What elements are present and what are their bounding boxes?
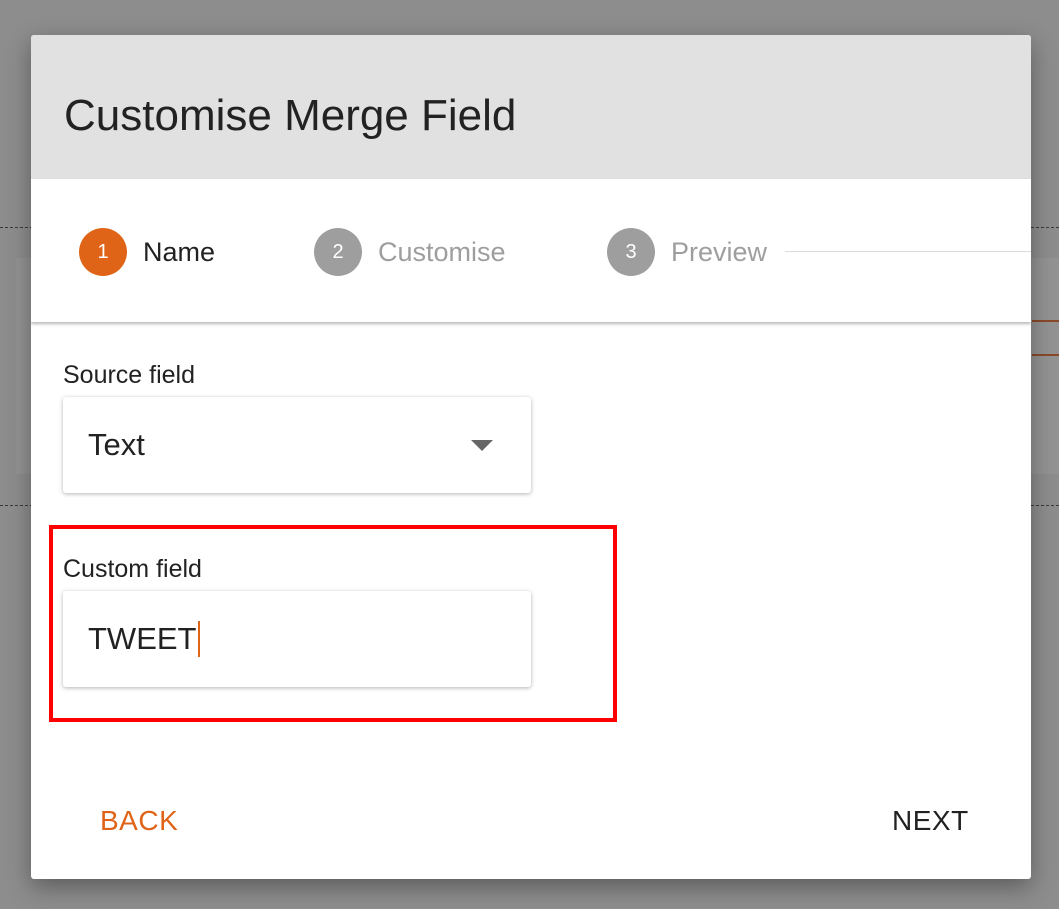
custom-field-label: Custom field	[63, 555, 202, 583]
back-button[interactable]: BACK	[100, 805, 178, 837]
source-field-selected-value: Text	[88, 427, 145, 462]
step-label: Customise	[378, 236, 506, 267]
background-accent-line	[1032, 320, 1059, 322]
step-label: Name	[143, 236, 216, 267]
merge-field-dialog: Customise Merge Field 1 Name 2 Customise…	[31, 35, 1031, 879]
step-number-badge: 1	[79, 228, 127, 276]
step-connector-line	[785, 251, 1031, 252]
step-preview[interactable]: 3 Preview	[607, 228, 767, 276]
step-customise[interactable]: 2 Customise	[314, 228, 506, 276]
source-field-label: Source field	[63, 361, 196, 389]
stepper: 1 Name 2 Customise 3 Preview	[31, 179, 1031, 322]
source-field-select[interactable]: Text	[63, 397, 531, 493]
step-number-badge: 3	[607, 228, 655, 276]
step-number-badge: 2	[314, 228, 362, 276]
dialog-title: Customise Merge Field	[64, 91, 517, 140]
next-button[interactable]: NEXT	[892, 805, 969, 837]
text-cursor	[197, 621, 200, 657]
dropdown-arrow-icon	[471, 440, 493, 451]
step-name[interactable]: 1 Name	[79, 228, 215, 276]
background-accent-line	[1032, 354, 1059, 356]
custom-field-value: TWEET	[88, 621, 197, 656]
dialog-header: Customise Merge Field	[31, 35, 1031, 179]
step-label: Preview	[671, 236, 768, 267]
custom-field-input[interactable]: TWEET	[63, 591, 531, 687]
